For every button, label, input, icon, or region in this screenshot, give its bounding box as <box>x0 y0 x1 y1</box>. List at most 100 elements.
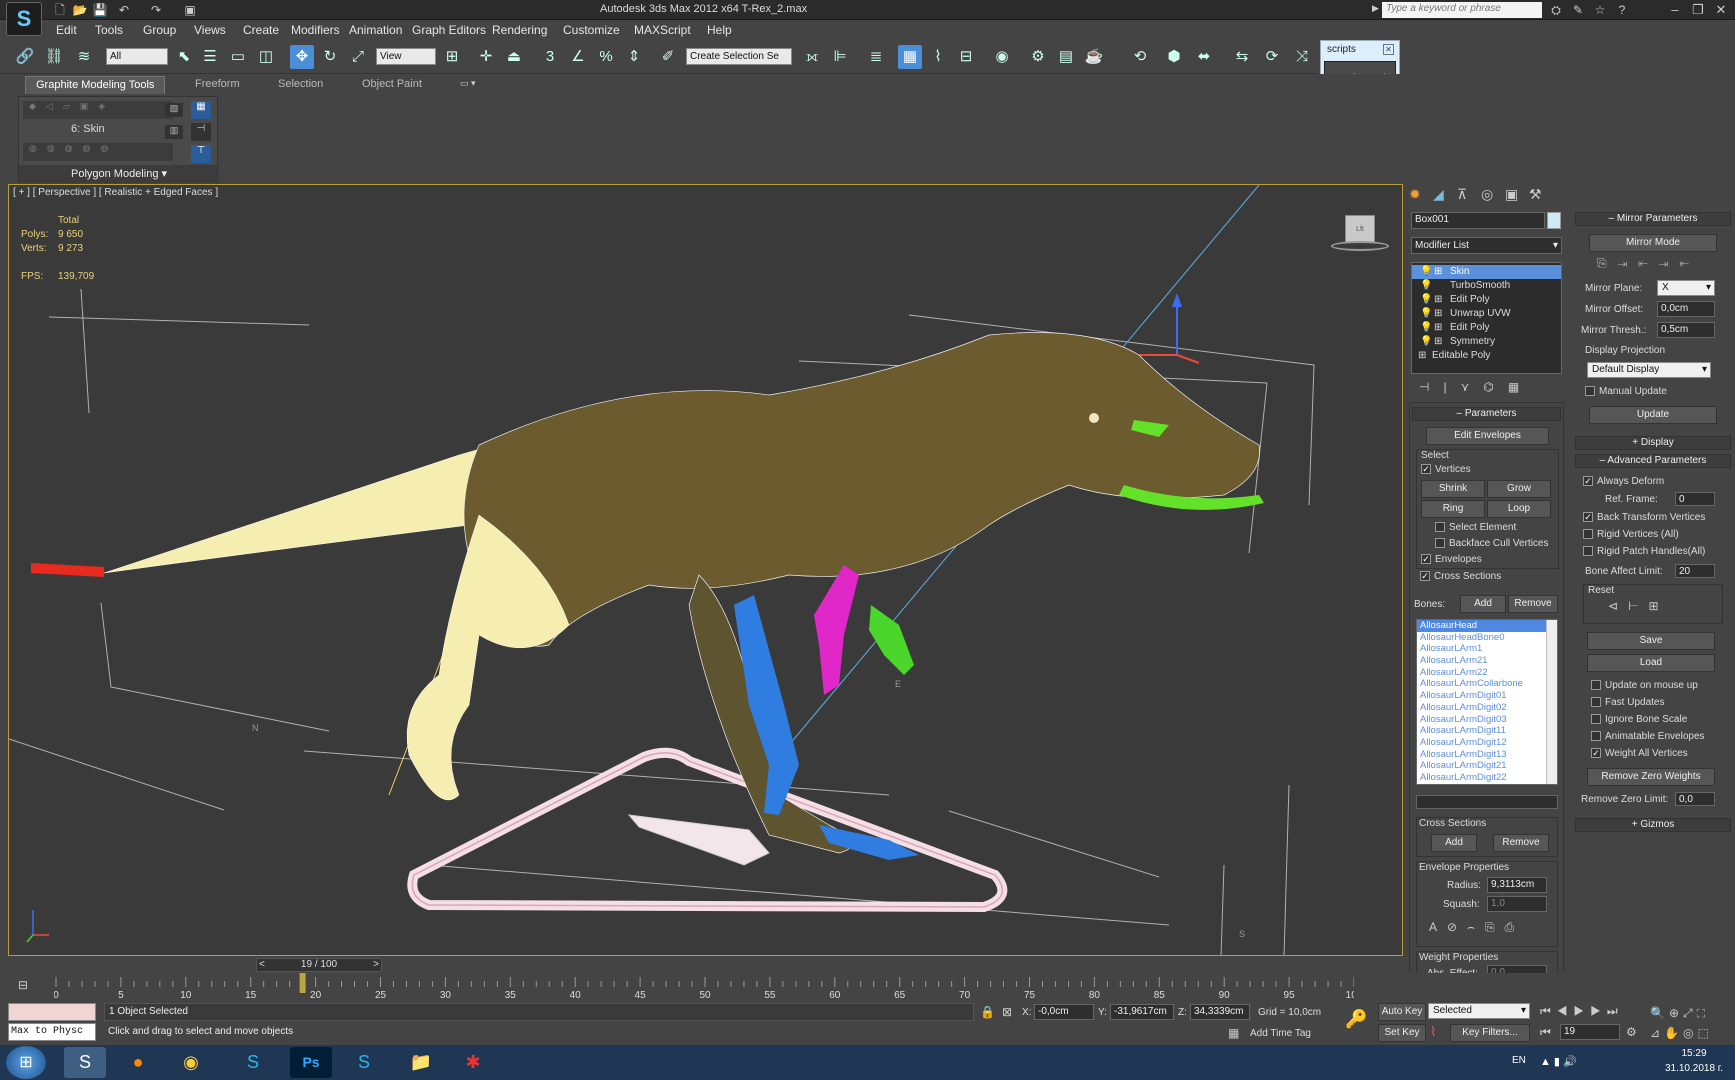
parameters-header[interactable]: – Parameters <box>1412 407 1561 421</box>
select-and-move-icon[interactable]: ✥ <box>290 45 314 69</box>
display-tab-icon[interactable]: ▣ <box>1505 186 1518 203</box>
checkbox-icon[interactable] <box>1591 714 1601 725</box>
menu-modifiers[interactable]: Modifiers <box>291 23 340 37</box>
checkbox-icon[interactable] <box>1585 386 1595 397</box>
list-item[interactable]: AllosaurLArm22 <box>1417 667 1557 679</box>
select-by-name-icon[interactable]: ☰ <box>198 45 222 69</box>
motion-tab-icon[interactable]: ◎ <box>1481 186 1493 203</box>
close-icon[interactable]: ✕ <box>1383 44 1394 55</box>
snaps-toggle-icon[interactable]: 3 <box>538 45 562 69</box>
binoculars-icon[interactable]: ⛭ <box>1548 2 1564 18</box>
checkbox-icon[interactable] <box>1591 680 1601 691</box>
update-button[interactable]: Update <box>1589 406 1717 424</box>
modifier-stack-icons[interactable]: ◍◍◍◍◍ <box>23 143 173 161</box>
help-icon[interactable]: ? <box>1614 2 1630 18</box>
list-item[interactable]: AllosaurLArmDigit13 <box>1417 749 1557 761</box>
menu-edit[interactable]: Edit <box>56 23 77 37</box>
firefox-taskbar-icon[interactable]: ● <box>117 1047 159 1078</box>
checkbox-icon[interactable] <box>1583 546 1593 557</box>
reset-tools-icons[interactable]: ⊲⊢⊞ <box>1608 599 1669 613</box>
auto-key-button[interactable]: Auto Key <box>1378 1003 1426 1021</box>
start-button-icon[interactable]: ⊞ <box>6 1046 46 1079</box>
back-transform-checkbox[interactable]: ✓ Back Transform Vertices <box>1583 512 1705 523</box>
remove-cross-section-button[interactable]: Remove <box>1493 834 1549 852</box>
new-file-icon[interactable]: 🗋 <box>52 2 68 18</box>
open-file-icon[interactable]: 📂 <box>72 2 88 18</box>
bulb-icon[interactable]: 💡 <box>1420 335 1432 349</box>
envelopes-checkbox[interactable]: ✓ Envelopes <box>1421 554 1482 565</box>
tab-freeform[interactable]: Freeform <box>185 76 250 94</box>
stack-tools-icons[interactable]: ⊣|⋎⌬▦ <box>1411 380 1562 398</box>
checkbox-icon[interactable] <box>1435 522 1445 533</box>
ribbon-pin-icon[interactable]: ▦ <box>191 101 211 119</box>
tab-graphite-modeling-tools[interactable]: Graphite Modeling Tools <box>25 76 166 94</box>
rigid-patch-checkbox[interactable]: Rigid Patch Handles(All) <box>1583 546 1705 557</box>
set-key-button[interactable]: Set Key <box>1378 1024 1426 1042</box>
script-tool-5-icon[interactable]: ⟳ <box>1260 45 1284 69</box>
expand-icon[interactable]: ⊞ <box>1418 349 1426 363</box>
ref-frame-spinner[interactable]: 0 <box>1675 492 1715 506</box>
menu-rendering[interactable]: Rendering <box>492 23 547 37</box>
time-configuration-icon[interactable]: ⚙ <box>1626 1025 1637 1039</box>
remove-zero-limit-spinner[interactable]: 0,0 <box>1675 792 1715 806</box>
polygon-modeling-dropdown[interactable]: Polygon Modeling ▾ <box>19 165 219 183</box>
select-and-rotate-icon[interactable]: ↻ <box>318 45 342 69</box>
next-frame-icon[interactable]: > <box>373 959 379 971</box>
rendered-frame-icon[interactable]: ▤ <box>1054 45 1078 69</box>
keyboard-shortcut-icon[interactable]: ⏏ <box>502 45 526 69</box>
script-tool-6-icon[interactable]: ⤨ <box>1290 45 1314 69</box>
list-item[interactable]: AllosaurLArmDigit21 <box>1417 760 1557 772</box>
ring-button[interactable]: Ring <box>1421 500 1485 518</box>
app-taskbar-icon[interactable]: ✱ <box>452 1047 494 1078</box>
angle-snap-icon[interactable]: ∠ <box>566 45 590 69</box>
set-key-icon[interactable]: ⌇ <box>1430 1024 1436 1040</box>
current-frame-spinner[interactable]: 19 <box>1560 1024 1620 1040</box>
list-item[interactable]: AllosaurLArm21 <box>1417 655 1557 667</box>
y-coordinate-spinner[interactable]: -31,9617cm <box>1110 1004 1174 1020</box>
add-bone-button[interactable]: Add <box>1460 595 1506 613</box>
render-production-icon[interactable]: ☕ <box>1082 45 1106 69</box>
modify-tab-icon[interactable]: ◢ <box>1433 186 1444 203</box>
align-icon[interactable]: ⊫ <box>828 45 852 69</box>
key-mode-dropdown[interactable]: Selected ▾ <box>1428 1003 1530 1019</box>
bulb-icon[interactable]: 💡 <box>1420 321 1432 335</box>
viewport-navigation-controls[interactable]: 🔍⊕⤢⛶ ⊿✋◎⬚ <box>1650 1003 1734 1043</box>
schematic-view-icon[interactable]: ⊟ <box>954 45 978 69</box>
script-tool-2-icon[interactable]: ⬢ <box>1162 45 1186 69</box>
script-tool-1-icon[interactable]: ⟲ <box>1128 45 1152 69</box>
envelope-tools-icons[interactable]: A⊘⌢⎘⎙ <box>1429 920 1524 935</box>
viewcube[interactable]: Lft <box>1331 215 1389 253</box>
stack-item-turbosmooth[interactable]: 💡 TurboSmooth <box>1412 279 1561 293</box>
add-time-tag-button[interactable]: Add Time Tag <box>1250 1028 1311 1039</box>
pivot-center-icon[interactable]: ⊞ <box>440 45 464 69</box>
list-item[interactable]: AllosaurLArmDigit03 <box>1417 714 1557 726</box>
photoshop-taskbar-icon[interactable]: Ps <box>290 1047 332 1078</box>
gizmos-header[interactable]: + Gizmos <box>1575 818 1731 832</box>
bones-list[interactable]: AllosaurHead AllosaurHeadBone0 AllosaurL… <box>1416 619 1558 785</box>
menu-maxscript[interactable]: MAXScript <box>634 23 691 37</box>
hierarchy-tab-icon[interactable]: ⊼ <box>1457 186 1467 203</box>
clock-time[interactable]: 15:29 <box>1660 1048 1728 1059</box>
reference-coordinate-dropdown[interactable]: View <box>376 48 436 65</box>
redo-icon[interactable]: ↷ <box>148 2 164 18</box>
checkbox-icon[interactable] <box>1591 697 1601 708</box>
mirror-offset-spinner[interactable]: 0,0cm <box>1657 301 1715 317</box>
selection-filter-dropdown[interactable]: All <box>106 48 168 65</box>
restore-icon[interactable]: ❐ <box>1688 1 1708 18</box>
menu-tools[interactable]: Tools <box>95 23 123 37</box>
remove-zero-weights-button[interactable]: Remove Zero Weights <box>1587 768 1715 786</box>
expand-icon[interactable]: ⊞ <box>1434 335 1442 349</box>
lock-icon[interactable]: 🔒 <box>980 1005 995 1019</box>
bone-limit-spinner[interactable]: 20 <box>1675 564 1715 578</box>
clock-date[interactable]: 31.10.2018 г. <box>1660 1063 1728 1074</box>
vertices-checkbox[interactable]: ✓ Vertices <box>1421 464 1471 475</box>
stack-item-symmetry[interactable]: 💡 ⊞ Symmetry <box>1412 335 1561 349</box>
bulb-icon[interactable]: 💡 <box>1420 307 1432 321</box>
checkbox-checked-icon[interactable]: ✓ <box>1583 476 1593 487</box>
list-item[interactable]: AllosaurLArmDigit22 <box>1417 772 1557 784</box>
bones-scrollbar[interactable] <box>1546 620 1557 784</box>
ignore-scale-checkbox[interactable]: Ignore Bone Scale <box>1591 714 1687 725</box>
file-explorer-taskbar-icon[interactable]: 📁 <box>400 1047 442 1078</box>
bind-space-warp-icon[interactable]: ≋ <box>72 45 96 69</box>
viewcube-face[interactable]: Lft <box>1345 215 1375 243</box>
